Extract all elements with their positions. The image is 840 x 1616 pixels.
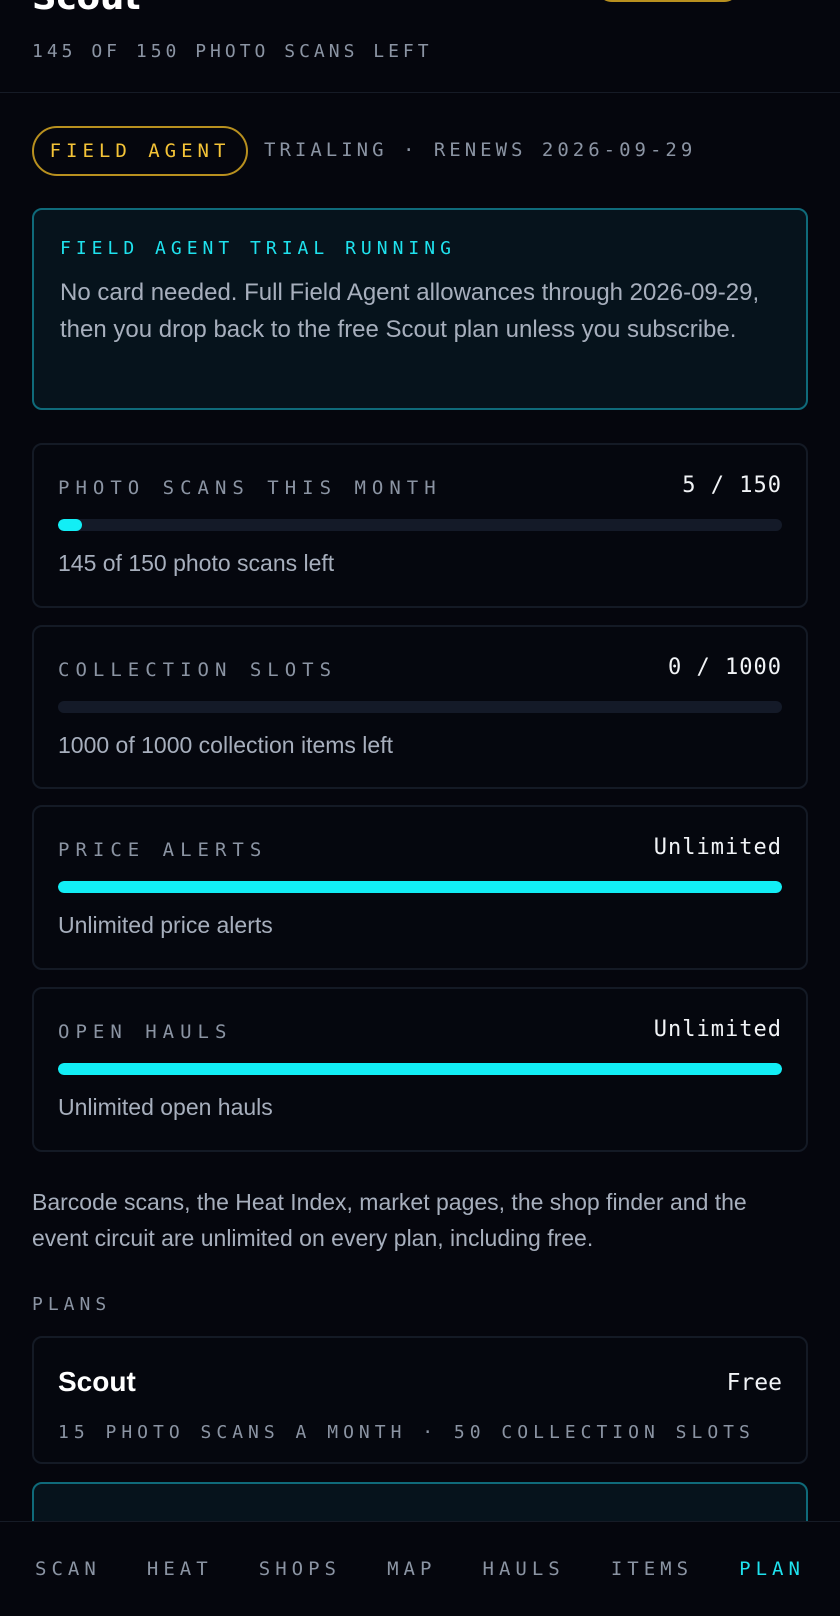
usage-progress-fill [58, 519, 82, 531]
scans-left-summary: 145 OF 150 PHOTO SCANS LEFT [32, 41, 433, 62]
nav-item-plan[interactable]: PLAN [735, 1550, 809, 1588]
plan-name: Scout [58, 1366, 136, 1397]
nav-item-items[interactable]: ITEMS [607, 1550, 697, 1588]
nav-item-scan[interactable]: SCAN [31, 1550, 105, 1588]
usage-note: Unlimited price alerts [58, 912, 273, 938]
usage-value: Unlimited [653, 835, 782, 860]
app-title: Scout [32, 0, 140, 18]
trial-status: TRIALING · RENEWS 2026-09-29 [264, 139, 697, 161]
plan-card-scout[interactable]: Scout Free 15 PHOTO SCANS A MONTH · 50 C… [32, 1336, 808, 1464]
usage-note: 1000 of 1000 collection items left [58, 732, 393, 758]
usage-progress-bar [58, 701, 782, 713]
nav-item-map[interactable]: MAP [383, 1550, 440, 1588]
nav-item-heat[interactable]: HEAT [143, 1550, 217, 1588]
trial-notice-body: No card needed. Full Field Agent allowan… [60, 279, 760, 343]
usage-note: Unlimited open hauls [58, 1094, 273, 1120]
bottom-nav: SCAN HEAT SHOPS MAP HAULS ITEMS PLAN [0, 1521, 840, 1616]
trial-notice-title: FIELD AGENT TRIAL RUNNING [60, 238, 456, 259]
usage-value: Unlimited [653, 1017, 782, 1042]
usage-progress-bar [58, 881, 782, 893]
usage-label: PRICE ALERTS [58, 839, 268, 861]
header-action-button[interactable] [596, 0, 740, 2]
plans-section-label: PLANS [32, 1294, 112, 1315]
usage-note: 145 of 150 photo scans left [58, 550, 335, 576]
plan-badge: FIELD AGENT [32, 126, 248, 176]
plan-price: Free [726, 1370, 782, 1396]
unlimited-features-note: Barcode scans, the Heat Index, market pa… [32, 1189, 747, 1251]
usage-progress-bar [58, 1063, 782, 1075]
nav-item-hauls[interactable]: HAULS [479, 1550, 569, 1588]
trial-notice: FIELD AGENT TRIAL RUNNING No card needed… [32, 208, 808, 410]
usage-progress-bar [58, 519, 782, 531]
usage-value: 5 / 150 [682, 473, 782, 498]
usage-card-open-hauls: OPEN HAULS Unlimited Unlimited open haul… [32, 987, 808, 1152]
usage-label: COLLECTION SLOTS [58, 659, 338, 681]
app-header: Scout 145 OF 150 PHOTO SCANS LEFT [0, 0, 840, 93]
usage-card-photo-scans: PHOTO SCANS THIS MONTH 5 / 150 145 of 15… [32, 443, 808, 608]
usage-card-price-alerts: PRICE ALERTS Unlimited Unlimited price a… [32, 805, 808, 970]
usage-label: PHOTO SCANS THIS MONTH [58, 477, 442, 499]
usage-label: OPEN HAULS [58, 1021, 233, 1043]
nav-item-shops[interactable]: SHOPS [255, 1550, 345, 1588]
usage-value: 0 / 1000 [668, 655, 782, 680]
usage-progress-fill [58, 881, 782, 893]
usage-progress-fill [58, 1063, 782, 1075]
usage-card-collection-slots: COLLECTION SLOTS 0 / 1000 1000 of 1000 c… [32, 625, 808, 789]
plan-description: 15 PHOTO SCANS A MONTH · 50 COLLECTION S… [58, 1422, 755, 1443]
